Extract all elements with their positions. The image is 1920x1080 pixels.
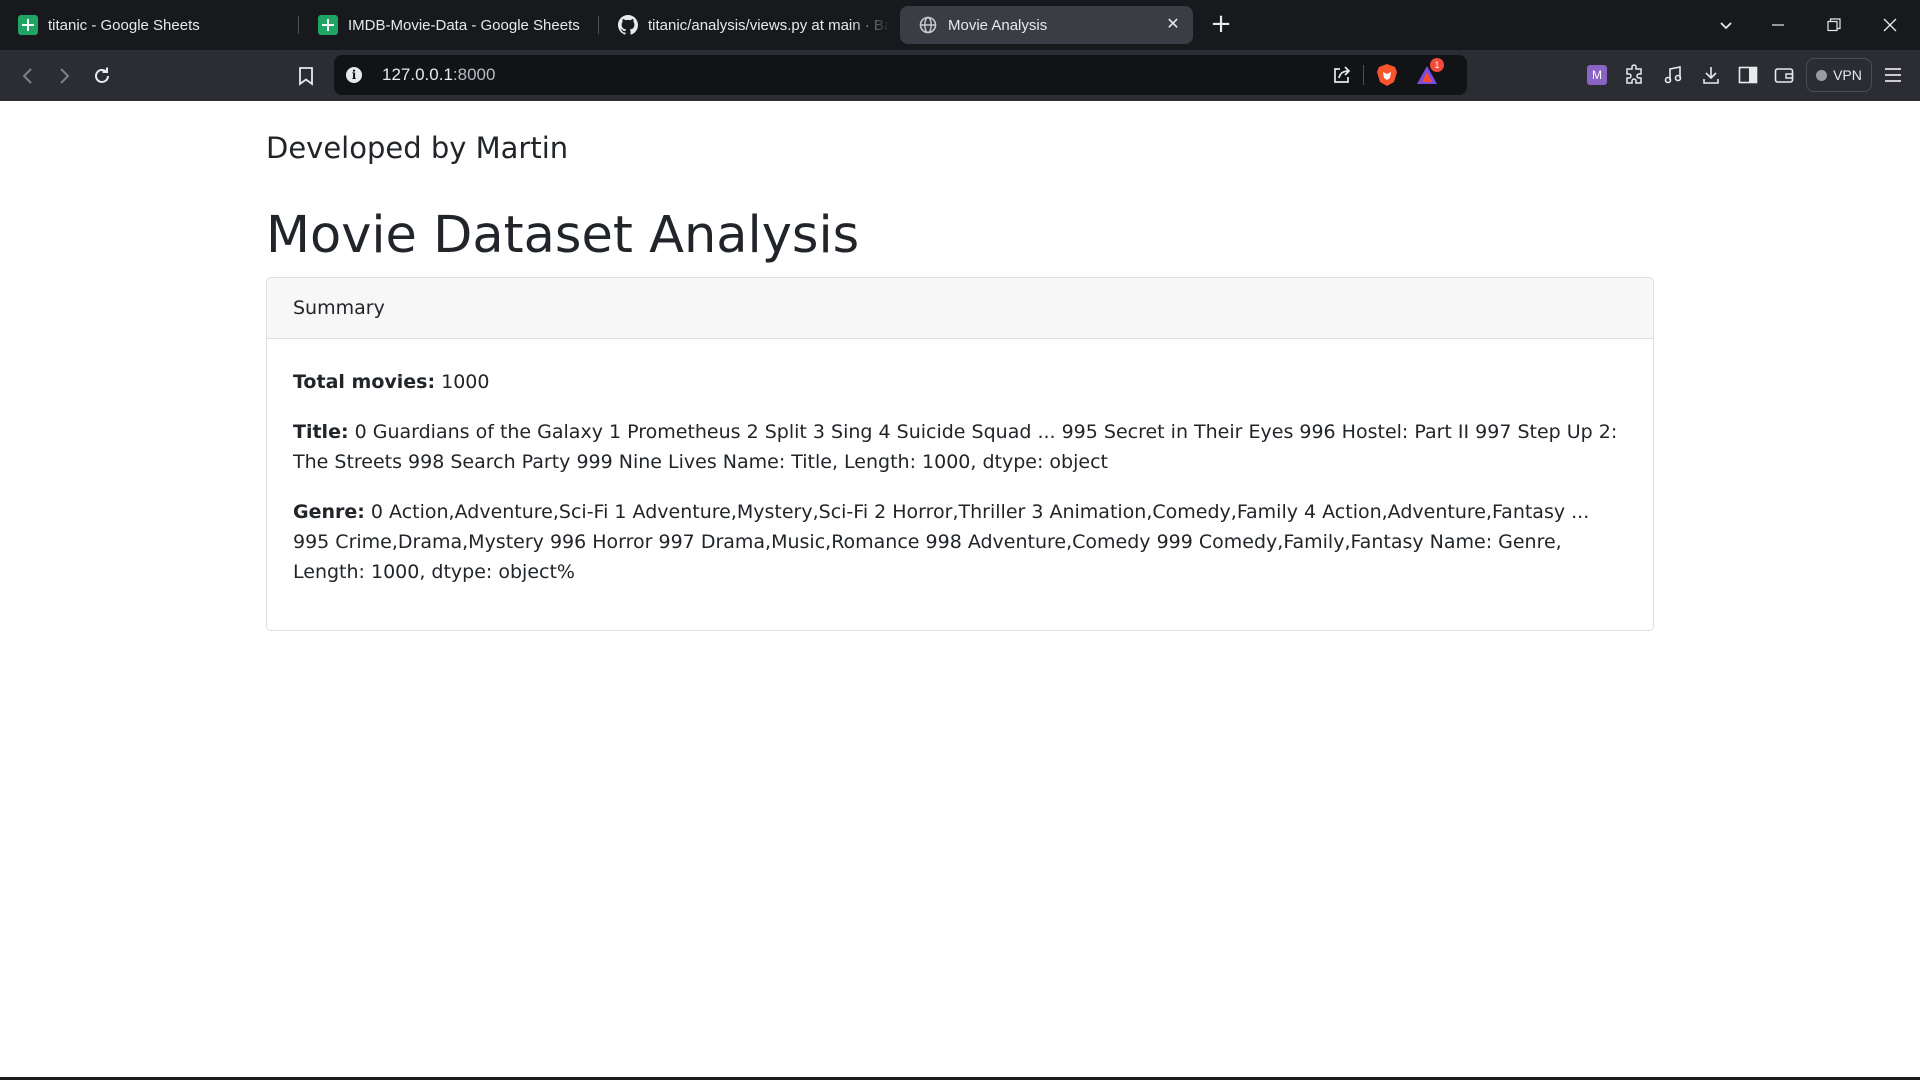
minimize-icon — [1772, 24, 1784, 26]
tab-movie-analysis[interactable]: Movie Analysis ✕ — [900, 6, 1193, 44]
genre-series-line: Genre: 0 Action,Adventure,Sci-Fi 1 Adven… — [293, 497, 1627, 587]
total-movies-value: 1000 — [441, 371, 490, 393]
minimize-button[interactable] — [1750, 0, 1806, 50]
share-icon — [1334, 66, 1351, 83]
browser-toolbar: i 127.0.0.1:8000 1 M VPN — [0, 50, 1920, 101]
vpn-status-icon — [1816, 69, 1828, 81]
genre-series-value: 0 Action,Adventure,Sci-Fi 1 Adventure,My… — [293, 501, 1590, 583]
restore-button[interactable] — [1806, 0, 1862, 50]
brave-lion-icon — [1377, 64, 1397, 86]
vpn-button[interactable]: VPN — [1806, 58, 1872, 92]
title-series-line: Title: 0 Guardians of the Galaxy 1 Prome… — [293, 417, 1627, 477]
sidebar-icon — [1738, 66, 1758, 84]
menu-button[interactable] — [1878, 60, 1908, 90]
close-tab-icon[interactable]: ✕ — [1163, 15, 1183, 35]
brave-rewards-button[interactable]: 1 — [1412, 58, 1444, 90]
hamburger-menu-icon — [1885, 68, 1901, 82]
genre-label: Genre: — [293, 501, 365, 523]
chevron-down-icon — [1720, 22, 1732, 30]
new-tab-button[interactable]: + — [1207, 10, 1235, 38]
developer-heading: Developed by Martin — [266, 131, 569, 165]
restore-icon — [1827, 18, 1841, 32]
title-label: Title: — [293, 421, 349, 443]
forward-arrow-icon — [60, 68, 70, 84]
url-port: :8000 — [452, 65, 496, 84]
extension-letter-icon: M — [1587, 65, 1607, 85]
brave-shields-button[interactable] — [1372, 60, 1402, 90]
downloads-button[interactable] — [1696, 60, 1726, 90]
total-movies-line: Total movies: 1000 — [293, 367, 1627, 397]
tab-titanic-sheets[interactable]: titanic - Google Sheets — [0, 6, 290, 44]
tab-title: Movie Analysis — [948, 16, 1048, 34]
close-icon — [1883, 18, 1897, 32]
back-arrow-icon — [22, 68, 32, 84]
tab-github-views[interactable]: titanic/analysis/views.py at main · Ba — [600, 6, 890, 44]
back-button[interactable] — [12, 60, 44, 92]
download-icon — [1703, 67, 1719, 84]
puzzle-icon — [1626, 64, 1642, 84]
tab-divider — [598, 16, 599, 34]
globe-icon — [918, 15, 938, 35]
tab-title: titanic - Google Sheets — [48, 16, 200, 34]
profile-extension-button[interactable]: M — [1582, 60, 1612, 90]
extensions-button[interactable] — [1620, 60, 1650, 90]
tab-search-button[interactable] — [1698, 0, 1754, 50]
address-bar[interactable]: i 127.0.0.1:8000 1 — [334, 55, 1467, 95]
forward-button[interactable] — [48, 60, 80, 92]
tab-title-fade — [850, 6, 890, 44]
address-bar-divider — [1363, 65, 1364, 85]
browser-tab-strip: titanic - Google Sheets IMDB-Movie-Data … — [0, 0, 1920, 50]
google-sheets-icon — [318, 15, 338, 35]
github-icon — [618, 15, 638, 35]
rewards-badge: 1 — [1430, 58, 1444, 72]
address-url[interactable]: 127.0.0.1:8000 — [382, 65, 495, 85]
close-window-button[interactable] — [1862, 0, 1918, 50]
wallet-icon — [1774, 68, 1794, 83]
bookmark-button[interactable] — [290, 60, 322, 92]
share-button[interactable] — [1327, 60, 1357, 90]
url-host: 127.0.0.1 — [382, 65, 453, 84]
site-info-icon[interactable]: i — [346, 67, 362, 83]
summary-card: Summary Total movies: 1000 Title: 0 Guar… — [266, 277, 1654, 631]
card-header: Summary — [267, 278, 1653, 339]
tab-title: IMDB-Movie-Data - Google Sheets — [348, 16, 580, 34]
bookmark-icon — [299, 67, 313, 86]
wallet-button[interactable] — [1769, 60, 1799, 90]
tab-divider — [298, 16, 299, 34]
card-body: Total movies: 1000 Title: 0 Guardians of… — [267, 339, 1653, 627]
title-series-value: 0 Guardians of the Galaxy 1 Prometheus 2… — [293, 421, 1618, 473]
total-movies-label: Total movies: — [293, 371, 436, 393]
page-title: Movie Dataset Analysis — [266, 206, 860, 265]
tab-imdb-sheets[interactable]: IMDB-Movie-Data - Google Sheets — [300, 6, 590, 44]
sidebar-button[interactable] — [1733, 60, 1763, 90]
music-note-icon — [1664, 66, 1682, 84]
media-button[interactable] — [1658, 60, 1688, 90]
reload-icon — [95, 67, 109, 83]
google-sheets-icon — [18, 15, 38, 35]
reload-button[interactable] — [86, 60, 118, 92]
vpn-label: VPN — [1833, 67, 1862, 83]
page-content: Developed by Martin Movie Dataset Analys… — [0, 101, 1920, 1080]
